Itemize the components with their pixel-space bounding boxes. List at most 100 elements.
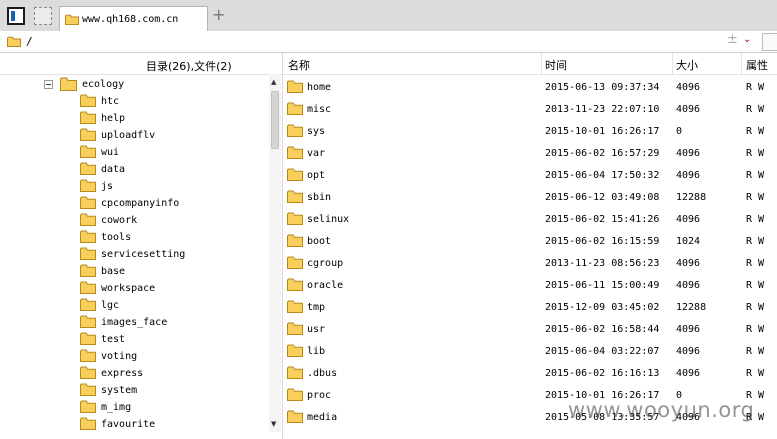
folder-icon [80,400,96,413]
file-row[interactable]: var 2015-06-02 16:57:29 4096 R W [283,145,777,167]
file-size: 4096 [676,104,701,115]
folder-icon [287,190,303,203]
column-divider[interactable] [741,53,742,74]
file-row[interactable]: usr 2015-06-02 16:58:44 4096 R W [283,321,777,343]
file-row[interactable]: misc 2013-11-23 22:07:10 4096 R W [283,101,777,123]
file-name: selinux [307,214,350,225]
tree-item-label: lgc [101,300,120,311]
file-row[interactable]: opt 2015-06-04 17:50:32 4096 R W [283,167,777,189]
file-attr: R W [746,346,765,357]
folder-icon [287,234,303,247]
file-row[interactable]: selinux 2015-06-02 15:41:26 4096 R W [283,211,777,233]
watermark: www.wooyun.org [568,398,755,422]
file-name: tmp [307,302,326,313]
tree-item-label: help [101,113,126,124]
column-divider[interactable] [672,53,673,74]
folder-icon [287,168,303,181]
tree-item-label: test [101,334,126,345]
col-name[interactable]: 名称 [288,57,310,73]
tab-site[interactable]: www.qh168.com.cn [59,6,208,31]
file-attr: R W [746,302,765,313]
file-size: 12288 [676,302,707,313]
file-name: lib [307,346,326,357]
scroll-thumb[interactable] [271,91,279,149]
folder-open-icon [60,77,77,91]
folder-icon [80,145,96,158]
file-attr: R W [746,214,765,225]
folder-icon [80,128,96,141]
file-row[interactable]: home 2015-06-13 09:37:34 4096 R W [283,79,777,101]
file-time: 2015-06-12 03:49:08 [545,192,660,203]
file-name: usr [307,324,326,335]
bookmark-button[interactable]: ± [727,32,738,47]
tree-item-label: wui [101,147,120,158]
folder-icon [80,349,96,362]
file-row[interactable]: cgroup 2013-11-23 08:56:23 4096 R W [283,255,777,277]
folder-icon [80,417,96,430]
folder-icon [7,36,21,47]
folder-icon [80,230,96,243]
folder-icon [80,247,96,260]
blank-tab-icon[interactable] [34,7,52,25]
file-row[interactable]: sys 2015-10-01 16:26:17 0 R W [283,123,777,145]
file-name: media [307,412,338,423]
tree-item-label: images_face [101,317,168,328]
file-attr: R W [746,368,765,379]
file-row[interactable]: tmp 2015-12-09 03:45:02 12288 R W [283,299,777,321]
file-name: .dbus [307,368,338,379]
file-size: 4096 [676,280,701,291]
col-attr[interactable]: 属性 [746,57,768,73]
file-row[interactable]: lib 2015-06-04 03:22:07 4096 R W [283,343,777,365]
file-time: 2015-10-01 16:26:17 [545,126,660,137]
file-attr: R W [746,236,765,247]
col-size[interactable]: 大小 [676,57,698,73]
file-time: 2015-06-13 09:37:34 [545,82,660,93]
file-time: 2015-12-09 03:45:02 [545,302,660,313]
folder-icon [287,344,303,357]
folder-icon [287,300,303,313]
file-size: 1024 [676,236,701,247]
folder-icon [287,102,303,115]
tab-bar: www.qh168.com.cn + [0,0,777,32]
go-button[interactable] [762,33,777,51]
file-size: 4096 [676,324,701,335]
file-size: 4096 [676,368,701,379]
file-row[interactable]: boot 2015-06-02 16:15:59 1024 R W [283,233,777,255]
path-input[interactable]: / [26,35,33,48]
file-size: 4096 [676,82,701,93]
chevron-down-icon[interactable]: ⌄ [743,34,751,45]
file-attr: R W [746,104,765,115]
tree-item-label: htc [101,96,120,107]
col-time[interactable]: 时间 [545,57,567,73]
file-rows: home 2015-06-13 09:37:34 4096 R W misc 2013-1… [283,79,777,431]
file-name: oracle [307,280,344,291]
tree-item-label: cowork [101,215,138,226]
scroll-down-icon[interactable]: ▼ [271,420,276,428]
address-bar: / ± ⌄ [0,31,777,53]
tree-item-label: uploadflv [101,130,156,141]
file-size: 4096 [676,258,701,269]
folder-icon [80,281,96,294]
folder-icon [80,264,96,277]
tree-item-label: tools [101,232,132,243]
folder-icon [287,212,303,225]
column-divider[interactable] [541,53,542,74]
file-row[interactable]: .dbus 2015-06-02 16:16:13 4096 R W [283,365,777,387]
file-list-header: 名称 时间 大小 属性 [283,53,777,75]
add-tab-button[interactable]: + [212,7,225,23]
file-size: 4096 [676,346,701,357]
tree-scrollbar[interactable]: ▲ ▼ [269,74,281,432]
tree-root-label: ecology [82,79,125,90]
scroll-up-icon[interactable]: ▲ [271,78,276,86]
file-row[interactable]: oracle 2015-06-11 15:00:49 4096 R W [283,277,777,299]
folder-icon [80,298,96,311]
file-time: 2013-11-23 08:56:23 [545,258,660,269]
file-row[interactable]: sbin 2015-06-12 03:49:08 12288 R W [283,189,777,211]
panel-toggle-icon[interactable] [7,7,25,25]
folder-icon [80,383,96,396]
tree-item-label: workspace [101,283,156,294]
file-time: 2015-06-04 17:50:32 [545,170,660,181]
collapse-icon[interactable] [44,80,53,89]
tab-title: www.qh168.com.cn [82,14,179,25]
folder-icon [80,213,96,226]
